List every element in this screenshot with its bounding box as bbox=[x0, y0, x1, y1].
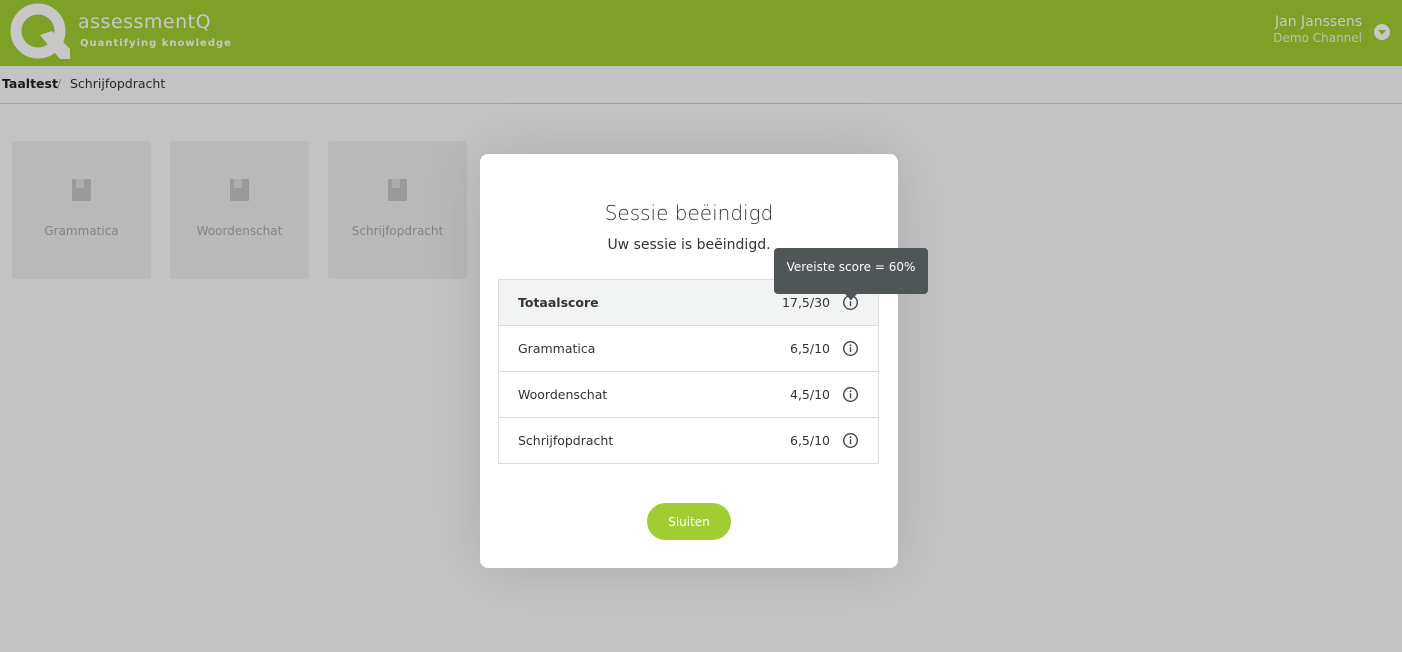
dialog-title: Sessie beëindigd bbox=[604, 201, 774, 225]
score-row-value: 4,5/10 bbox=[790, 387, 830, 402]
score-row-grammatica: Grammatica 6,5/10 bbox=[499, 326, 878, 372]
score-row-value: 6,5/10 bbox=[790, 433, 830, 448]
info-icon[interactable] bbox=[842, 340, 859, 357]
score-row-label: Woordenschat bbox=[518, 387, 608, 402]
score-row-value: 6,5/10 bbox=[790, 341, 830, 356]
required-score-tooltip: Vereiste score = 60% bbox=[774, 248, 928, 300]
close-button[interactable]: Sluiten bbox=[647, 503, 731, 540]
info-icon[interactable] bbox=[842, 432, 859, 449]
session-ended-dialog: Sessie beëindigd Uw sessie is beëindigd.… bbox=[480, 154, 898, 568]
score-row-woordenschat: Woordenschat 4,5/10 bbox=[499, 372, 878, 418]
score-row-label: Grammatica bbox=[518, 341, 596, 356]
score-table: Totaalscore 17,5/30 Grammatica 6,5/10 Wo… bbox=[498, 279, 879, 464]
score-row-label: Totaalscore bbox=[518, 295, 599, 310]
score-row-schrijfopdracht: Schrijfopdracht 6,5/10 bbox=[499, 418, 878, 464]
info-icon[interactable] bbox=[842, 386, 859, 403]
score-row-label: Schrijfopdracht bbox=[518, 433, 614, 448]
score-row-value: 17,5/30 bbox=[782, 295, 830, 310]
